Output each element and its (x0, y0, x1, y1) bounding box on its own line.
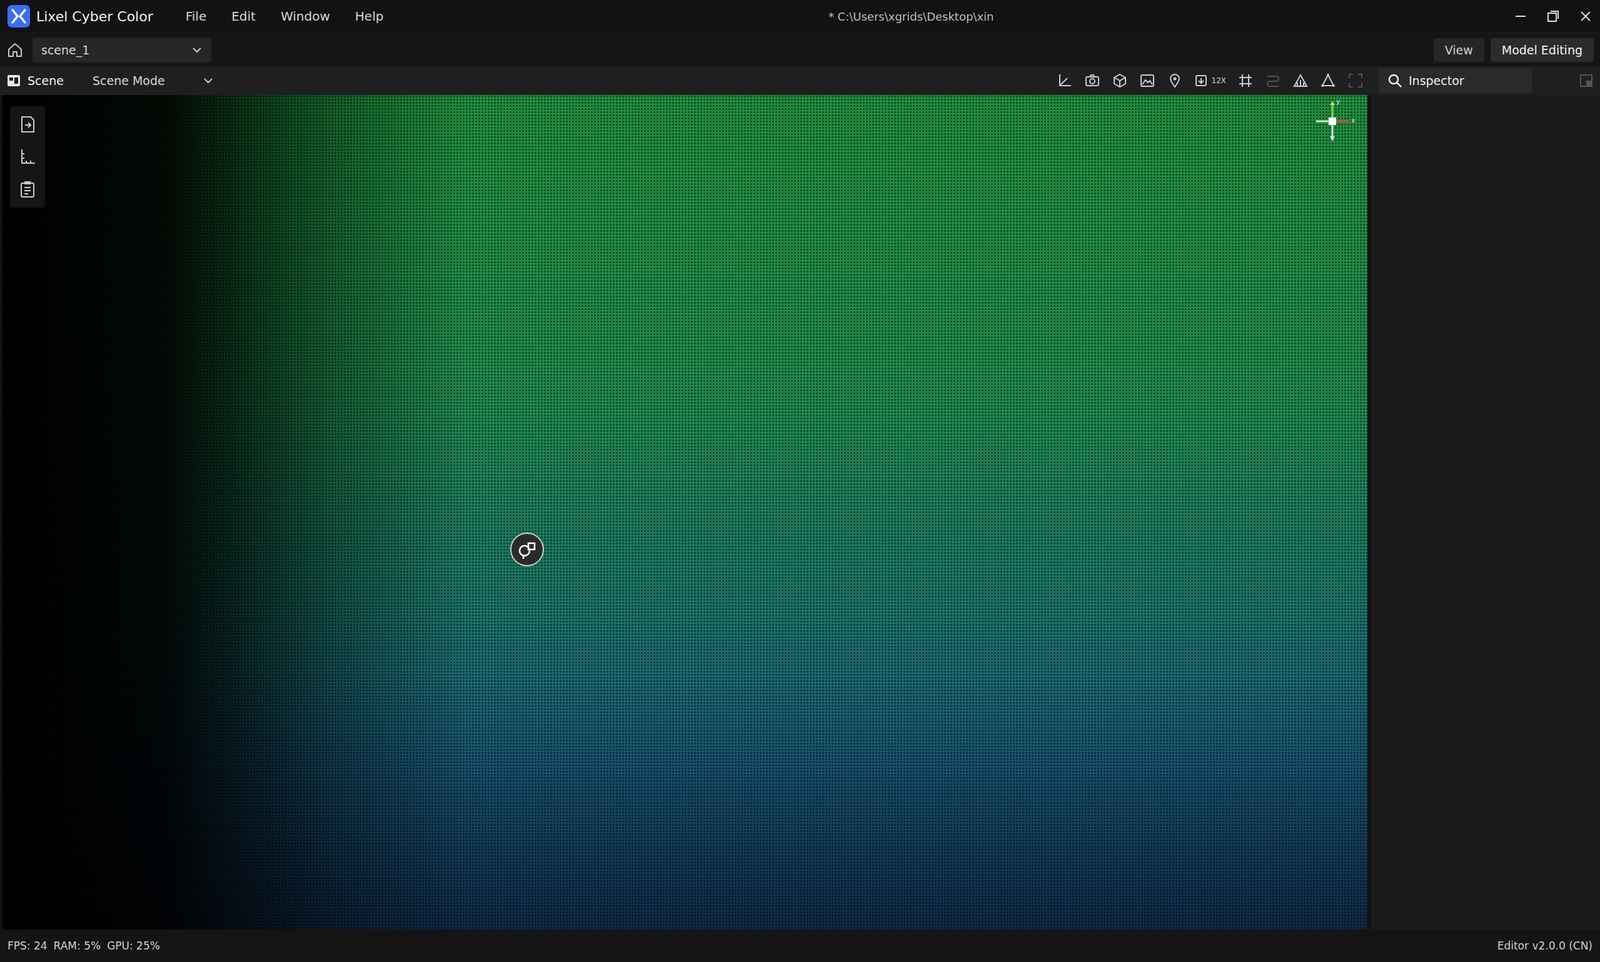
scene-icon (6, 73, 22, 89)
camera-icon (1084, 72, 1101, 89)
inspector-title: Inspector (1408, 73, 1465, 88)
toolbar-button[interactable]: 12X (1194, 72, 1227, 89)
toolbar-button[interactable] (1111, 72, 1128, 89)
measure-icon (1292, 72, 1309, 89)
scene-bar: scene_1 View Model Editing (0, 32, 1600, 67)
y-axis-label: y (1336, 97, 1341, 106)
scene-mode: Scene Mode (92, 73, 166, 88)
clipboard-icon[interactable] (18, 180, 37, 199)
minimize-icon[interactable] (1513, 9, 1528, 24)
mode-button[interactable]: Model Editing (1490, 38, 1594, 62)
orbit-cursor-icon (515, 538, 539, 561)
left-toolstrip (10, 106, 46, 208)
toolbar-button[interactable] (1139, 72, 1156, 89)
chevron-down-icon (202, 75, 214, 87)
scene-title: Scene (27, 73, 64, 88)
axis-gizmo[interactable]: y x (1311, 100, 1359, 148)
toolbar-button[interactable] (1166, 72, 1183, 89)
navigation-cursor (510, 532, 544, 567)
fullscreen-icon (1347, 72, 1364, 89)
menu-item[interactable]: Help (355, 8, 384, 24)
inspector-panel (1372, 95, 1600, 930)
menu-item[interactable]: File (185, 8, 207, 24)
app-logo: Lixel Cyber Color (7, 5, 154, 28)
x-axis-label: x (1351, 116, 1356, 125)
window-controls (1513, 9, 1593, 24)
toolbar-button[interactable] (1264, 72, 1282, 89)
stat-item: RAM: 5% (53, 939, 102, 953)
close-icon[interactable] (1578, 9, 1593, 24)
scene-dropdown[interactable]: scene_1 (32, 37, 212, 63)
menu-item[interactable]: Window (280, 8, 331, 24)
toolbar-button[interactable] (1056, 72, 1073, 89)
menu-item[interactable]: Edit (231, 8, 256, 24)
logo-icon (7, 5, 31, 28)
ruler-icon[interactable] (18, 147, 37, 167)
scene-name: scene_1 (41, 43, 90, 57)
app-title: Lixel Cyber Color (36, 8, 154, 25)
toolbar-button[interactable] (1237, 72, 1254, 89)
path-icon (1264, 72, 1282, 89)
axis-icon (1056, 72, 1073, 89)
pin-icon (1166, 72, 1183, 89)
inspector-tab[interactable]: Inspector (1378, 68, 1532, 94)
mode-button-label: View (1444, 43, 1474, 57)
status-bar: FPS: 24 RAM: 5% GPU: 25% Editor v2.0.0 (CN… (0, 929, 1600, 962)
home-icon[interactable] (6, 41, 24, 59)
chevron-down-icon (191, 44, 203, 56)
scene-mode-dropdown[interactable]: Scene Mode (92, 73, 214, 88)
view-toolbar: 12X (1056, 72, 1367, 89)
title-bar: Lixel Cyber Color File Edit Window Help * C… (0, 0, 1600, 33)
toolbar-button[interactable] (1292, 72, 1309, 89)
mode-switch: View Model Editing (1433, 38, 1594, 62)
version-label: Editor v2.0.0 (CN) (1497, 939, 1593, 953)
image-icon (1139, 72, 1156, 89)
grid-icon (1237, 72, 1254, 89)
toolbar-button[interactable] (1084, 72, 1101, 89)
toolbar-button[interactable] (1347, 72, 1364, 89)
cube-icon (1111, 72, 1128, 89)
mode-button-label: Model Editing (1501, 43, 1583, 57)
inspector-header: Inspector (1372, 66, 1600, 96)
triangle-icon (1319, 72, 1337, 89)
scene-header: Scene Scene Mode 12X (0, 66, 1373, 96)
stat-item: GPU: 25% (106, 939, 161, 953)
point-cloud-viewport[interactable]: y x (2, 95, 1368, 930)
file-path: * C:\Users\xgrids\Desktop\xin (383, 10, 1514, 24)
performance-stats: FPS: 24 RAM: 5% GPU: 25% (7, 939, 161, 953)
speed-icon (1194, 72, 1211, 89)
menu-bar: File Edit Window Help (185, 8, 384, 24)
stat-item: FPS: 24 (7, 939, 48, 953)
import-icon[interactable] (18, 115, 37, 134)
maximize-icon[interactable] (1546, 9, 1560, 24)
mode-button[interactable]: View (1433, 38, 1485, 62)
scene-tab[interactable]: Scene (6, 73, 64, 89)
panel-toggle-icon[interactable] (1578, 73, 1594, 89)
speed-badge: 12X (1211, 76, 1227, 86)
search-icon (1387, 73, 1403, 89)
toolbar-button[interactable] (1319, 72, 1337, 89)
